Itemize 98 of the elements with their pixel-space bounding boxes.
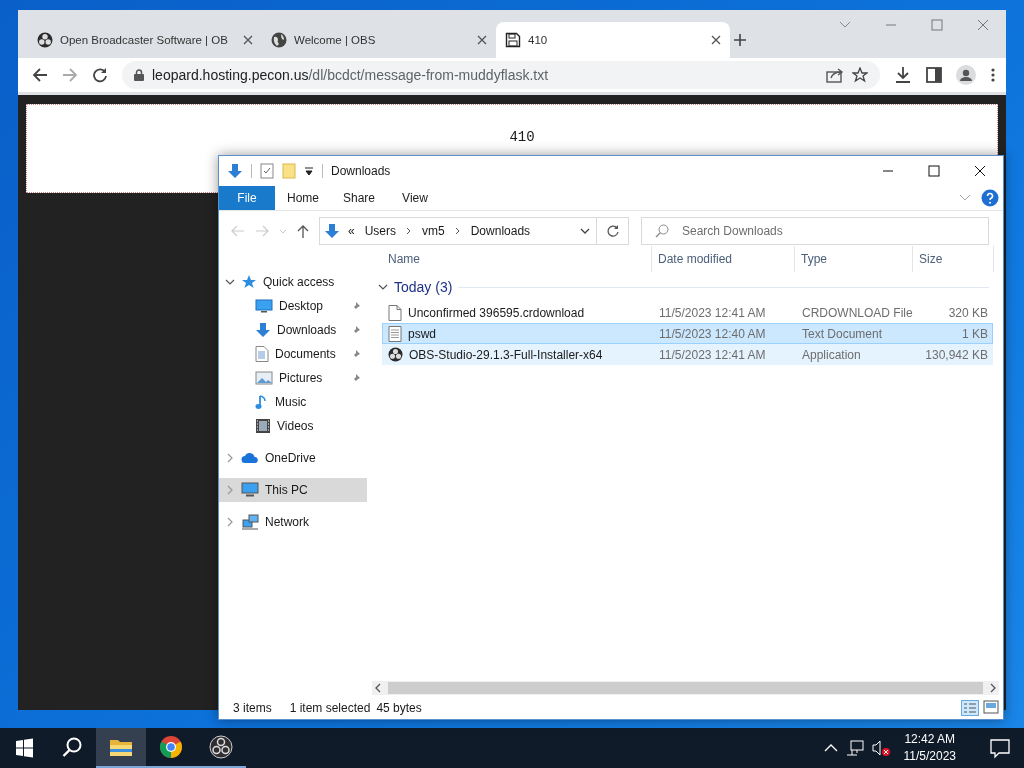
date-cell-text: 11/5/2023 12:40 AM xyxy=(658,326,767,341)
blank-file-icon xyxy=(388,304,402,321)
column-header[interactable]: Name xyxy=(382,246,652,272)
text-file-icon xyxy=(388,325,402,342)
selection-info: 1 item selected xyxy=(289,701,371,715)
breadcrumb-separator-icon xyxy=(406,227,413,235)
file-name: pswd xyxy=(408,326,436,341)
globe-icon xyxy=(271,32,287,48)
refresh-button[interactable] xyxy=(597,217,629,245)
side-panel-icon[interactable] xyxy=(926,67,942,83)
nav-item[interactable]: OneDrive xyxy=(219,446,367,470)
download-arrow-icon xyxy=(324,223,340,239)
window-title: Downloads xyxy=(331,164,391,178)
browser-tab[interactable]: 410 xyxy=(496,22,730,58)
document-icon xyxy=(255,346,269,362)
address-bar[interactable]: « Users vm5 Downloads xyxy=(319,217,597,245)
breadcrumb-item[interactable]: Downloads xyxy=(470,224,531,238)
chrome-logo-icon[interactable] xyxy=(159,735,183,759)
breadcrumb-item[interactable]: vm5 xyxy=(422,224,445,238)
lock-icon xyxy=(134,69,144,81)
clock[interactable]: 12:42 AM 11/5/2023 xyxy=(903,731,956,765)
share-icon[interactable] xyxy=(826,67,844,83)
properties-icon[interactable] xyxy=(260,163,274,179)
column-header[interactable]: Size xyxy=(913,246,994,272)
help-icon[interactable] xyxy=(981,189,999,207)
computer-icon xyxy=(241,482,259,498)
ribbon-tab[interactable]: View xyxy=(387,186,443,210)
ribbon-tab[interactable]: Share xyxy=(331,186,387,210)
breadcrumb-separator-icon xyxy=(454,227,461,235)
group-chevron-icon[interactable] xyxy=(378,282,388,292)
obs-logo-icon[interactable] xyxy=(209,735,233,759)
column-header[interactable]: Date modified xyxy=(652,246,795,272)
chevron-icon[interactable] xyxy=(225,277,235,287)
nav-item[interactable]: Desktop xyxy=(219,294,367,318)
show-hidden-icons-icon[interactable] xyxy=(823,743,838,753)
column-header[interactable]: Type xyxy=(795,246,913,272)
refresh-icon xyxy=(605,224,620,238)
group-header[interactable]: Today (3) xyxy=(394,279,453,295)
close-icon[interactable] xyxy=(711,35,721,45)
breadcrumb-overflow[interactable]: « xyxy=(348,224,355,238)
address-bar[interactable]: leopard.hosting.pecon.us/dl/bcdct/message-from-muddyflask.txt xyxy=(122,61,880,89)
nav-item[interactable]: Pictures xyxy=(219,366,367,390)
obs-logo-icon xyxy=(388,347,403,362)
ribbon-tab[interactable]: File xyxy=(219,186,275,210)
search-icon xyxy=(655,224,669,238)
file-name: OBS-Studio-29.1.3-Full-Installer-x64 xyxy=(409,347,603,362)
music-note-icon xyxy=(255,394,269,410)
selection-size: 45 bytes xyxy=(376,701,422,715)
file-row[interactable]: OBS-Studio-29.1.3-Full-Installer-x64 11/5/2023 12:41 AM Application 130,942 KB xyxy=(382,344,993,365)
nav-item[interactable]: Music xyxy=(219,390,367,414)
file-row[interactable]: pswd 11/5/2023 12:40 AM Text Document 1 KB xyxy=(382,323,993,344)
film-strip-icon xyxy=(255,418,271,434)
network-icon xyxy=(241,514,259,530)
download-arrow-icon xyxy=(255,322,271,338)
download-icon[interactable] xyxy=(894,66,912,84)
nav-item[interactable]: Videos xyxy=(219,414,367,438)
thumbnails-view-icon[interactable] xyxy=(983,700,999,714)
ribbon-tab[interactable]: Home xyxy=(275,186,331,210)
file-row[interactable]: Unconfirmed 396595.crdownload 11/5/2023 12:41 AM CRDOWNLOAD File 320 KB xyxy=(382,302,993,323)
profile-avatar-icon[interactable] xyxy=(956,65,976,85)
browser-tab[interactable]: Welcome | OBS xyxy=(262,22,496,58)
breadcrumb-item[interactable]: Users xyxy=(364,224,397,238)
size-cell-text: 1 KB xyxy=(961,326,989,341)
menu-icon[interactable] xyxy=(990,67,996,83)
back-arrow-icon[interactable] xyxy=(32,67,48,83)
network-icon[interactable] xyxy=(845,740,864,756)
pictures-icon xyxy=(255,371,273,385)
reload-icon[interactable] xyxy=(92,67,108,83)
dropdown-icon[interactable] xyxy=(304,166,314,176)
nav-item[interactable]: Quick access xyxy=(219,270,367,294)
browser-tab[interactable]: Open Broadcaster Software | OB xyxy=(28,22,262,58)
star-icon xyxy=(241,274,257,290)
item-count: 3 items xyxy=(233,701,272,715)
type-cell-text: Text Document xyxy=(801,326,884,341)
muted-speaker-icon[interactable] xyxy=(871,740,890,756)
cloud-icon xyxy=(241,452,259,464)
nav-item[interactable]: Network xyxy=(219,510,367,534)
date-cell-text: 11/5/2023 12:41 AM xyxy=(658,305,767,320)
search-field[interactable]: Search Downloads xyxy=(641,217,989,245)
type-cell-text: CRDOWNLOAD File xyxy=(801,305,914,320)
desktop-icon xyxy=(255,299,273,313)
taskbar-button[interactable] xyxy=(96,728,146,768)
date-cell-text: 11/5/2023 12:41 AM xyxy=(658,347,767,362)
size-cell-text: 320 KB xyxy=(947,305,989,320)
folder-icon[interactable] xyxy=(109,737,133,757)
up-arrow-icon[interactable] xyxy=(297,224,309,238)
star-outline-icon[interactable] xyxy=(852,67,868,83)
download-arrow-icon xyxy=(227,163,243,179)
obs-logo-icon xyxy=(37,32,53,48)
nav-item[interactable]: This PC xyxy=(219,478,367,502)
dropdown-chevron-icon[interactable] xyxy=(580,227,590,235)
nav-item[interactable]: Documents xyxy=(219,342,367,366)
type-cell-text: Application xyxy=(801,347,862,362)
horizontal-scrollbar[interactable] xyxy=(372,681,999,695)
page-text: 410 xyxy=(509,129,535,147)
size-cell-text: 130,942 KB xyxy=(924,347,989,362)
nav-item[interactable]: Downloads xyxy=(219,318,367,342)
file-name: Unconfirmed 396595.crdownload xyxy=(408,305,585,320)
